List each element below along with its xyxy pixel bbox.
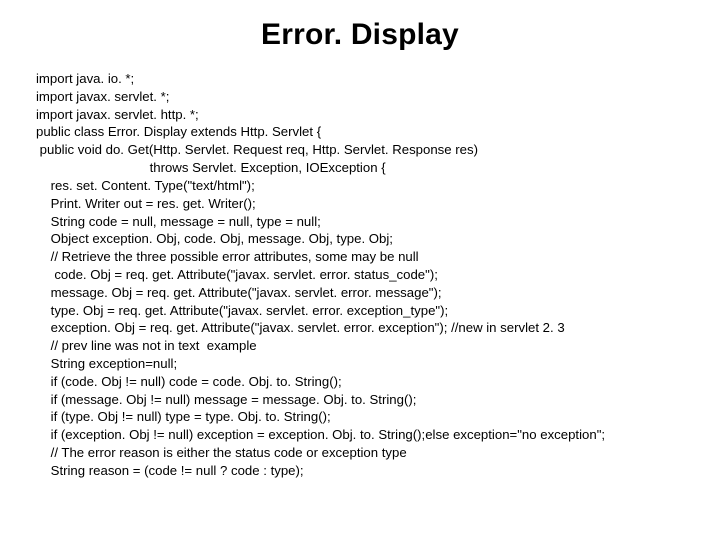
code-line: res. set. Content. Type("text/html"); [36,177,684,195]
slide-title: Error. Display [36,18,684,52]
code-line: throws Servlet. Exception, IOException { [36,159,684,177]
code-line: if (message. Obj != null) message = mess… [36,391,684,409]
code-line: if (exception. Obj != null) exception = … [36,426,684,444]
code-line: // Retrieve the three possible error att… [36,248,684,266]
code-line: if (code. Obj != null) code = code. Obj.… [36,373,684,391]
code-line: type. Obj = req. get. Attribute("javax. … [36,302,684,320]
code-line: String code = null, message = null, type… [36,213,684,231]
code-line: // prev line was not in text example [36,337,684,355]
code-line: // The error reason is either the status… [36,444,684,462]
code-line: import javax. servlet. http. *; [36,106,684,124]
code-line: public class Error. Display extends Http… [36,123,684,141]
code-line: message. Obj = req. get. Attribute("java… [36,284,684,302]
code-line: code. Obj = req. get. Attribute("javax. … [36,266,684,284]
code-line: Object exception. Obj, code. Obj, messag… [36,230,684,248]
code-line: String reason = (code != null ? code : t… [36,462,684,480]
code-block: import java. io. *;import javax. servlet… [36,70,684,480]
code-line: import javax. servlet. *; [36,88,684,106]
code-line: public void do. Get(Http. Servlet. Reque… [36,141,684,159]
code-line: import java. io. *; [36,70,684,88]
code-line: if (type. Obj != null) type = type. Obj.… [36,408,684,426]
code-line: Print. Writer out = res. get. Writer(); [36,195,684,213]
code-line: String exception=null; [36,355,684,373]
slide-container: Error. Display import java. io. *;import… [0,0,720,540]
code-line: exception. Obj = req. get. Attribute("ja… [36,319,684,337]
